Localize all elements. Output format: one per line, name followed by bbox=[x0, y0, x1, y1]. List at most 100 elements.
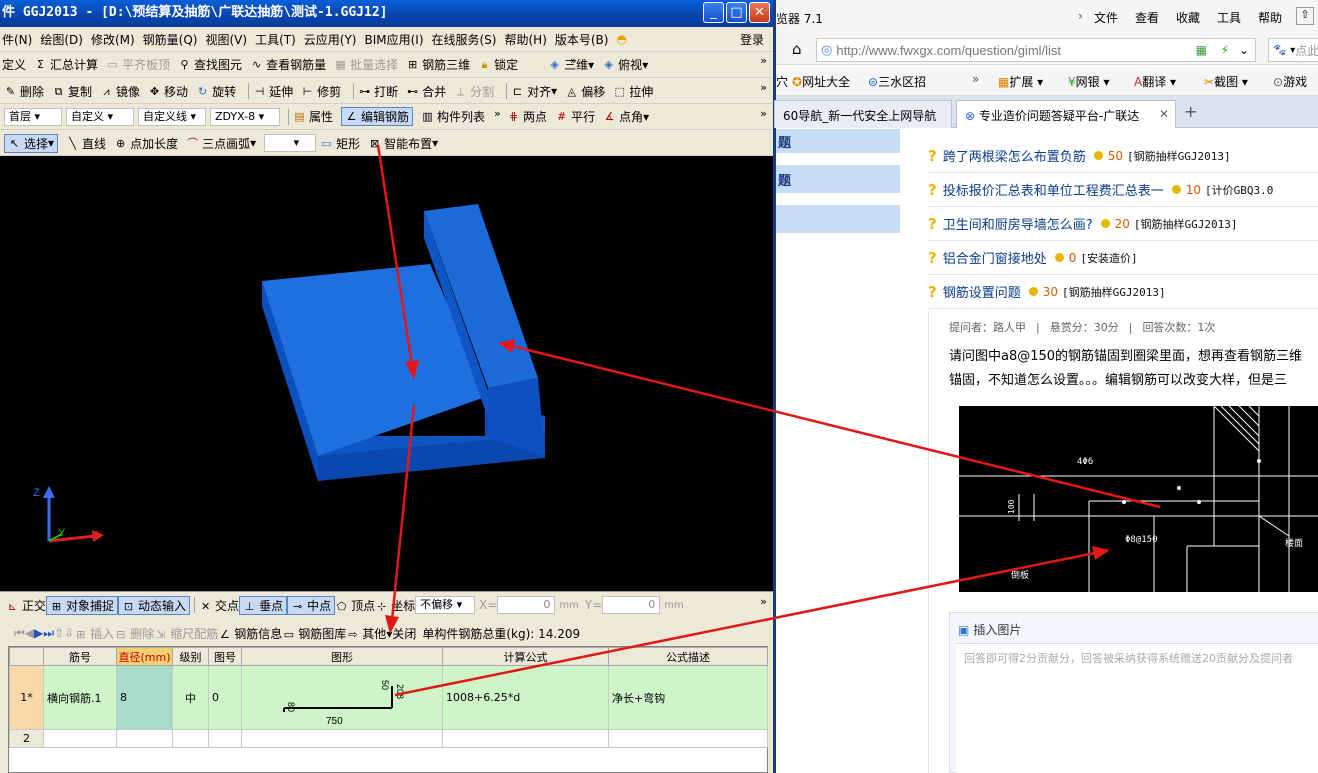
cell-formula[interactable] bbox=[442, 729, 609, 748]
home-icon[interactable]: ⌂ bbox=[792, 40, 802, 58]
mid-snap[interactable]: ⊸ 中点 bbox=[287, 595, 336, 615]
side-nav-item[interactable]: 题 bbox=[776, 165, 900, 193]
minimize-button[interactable]: _ bbox=[703, 2, 724, 23]
side-nav-item[interactable] bbox=[776, 205, 900, 233]
col-header-shape[interactable]: 图形 bbox=[241, 647, 443, 666]
menu-rebar-qty[interactable]: 钢筋量(Q) bbox=[143, 31, 198, 48]
lock-button[interactable]: 🔒︎ 锁定 bbox=[478, 56, 518, 73]
first-record-button[interactable]: ⏮ bbox=[14, 626, 25, 641]
intersect-snap[interactable]: ✕ 交点 bbox=[199, 597, 239, 614]
batch-select-button[interactable]: ▦ 批量选择 bbox=[334, 56, 398, 73]
overflow-chevron-icon[interactable]: » bbox=[760, 54, 767, 67]
line-select[interactable]: 自定义线 ▾ bbox=[138, 107, 206, 126]
menu-favorites[interactable]: 收藏 bbox=[1176, 9, 1200, 26]
floor-select[interactable]: 首层 ▾ bbox=[4, 107, 62, 126]
other-dropdown[interactable]: ⇨ 其他▾ bbox=[346, 625, 392, 642]
object-snap-toggle[interactable]: ⊞ 对象捕捉 bbox=[46, 595, 119, 615]
coord-snap[interactable]: ⊹ 坐标 bbox=[375, 597, 415, 614]
question-title[interactable]: 钢筋设置问题 bbox=[943, 282, 1021, 301]
arc-button[interactable]: ⌒ 三点画弧 ▾ bbox=[186, 135, 256, 152]
delete-row-button[interactable]: ⊟ 删除 bbox=[114, 625, 154, 642]
rebar-3d-button[interactable]: ⊞ 钢筋三维 bbox=[406, 56, 470, 73]
smart-layout-button[interactable]: ⊠ 智能布置 ▾ bbox=[368, 135, 438, 152]
stretch-button[interactable]: ⬚ 拉伸 bbox=[613, 83, 654, 100]
grid-close-button[interactable]: 关闭 bbox=[392, 625, 416, 642]
find-element-button[interactable]: ⚲ 查找图元 bbox=[178, 56, 243, 73]
cell-fig[interactable] bbox=[208, 729, 242, 748]
next-record-button[interactable]: ▶ bbox=[34, 626, 43, 640]
component-list-button[interactable]: ▥ 构件列表 bbox=[421, 108, 485, 125]
break-button[interactable]: ⊶ 打断 bbox=[358, 83, 398, 100]
cell-desc[interactable] bbox=[608, 729, 768, 748]
type-select[interactable]: 自定义 ▾ bbox=[66, 107, 134, 126]
fav-item[interactable]: ✂截图 ▾ bbox=[1204, 73, 1248, 90]
cell-name[interactable] bbox=[43, 729, 117, 748]
flush-slab-button[interactable]: ▭ 平齐板顶 bbox=[106, 56, 170, 73]
new-tab-button[interactable]: + bbox=[1184, 102, 1197, 121]
tab-navigation[interactable]: 60导航_新一代安全上网导航 bbox=[774, 100, 952, 128]
restore-icon[interactable]: ⇧ bbox=[1296, 7, 1314, 25]
menu-file[interactable]: 文件 bbox=[1094, 9, 1118, 26]
search-box[interactable]: 🐾︎ ▾ 点此 bbox=[1268, 38, 1318, 62]
fav-item[interactable]: ✪网址大全 bbox=[792, 73, 850, 90]
close-tab-icon[interactable]: ✕ bbox=[1159, 107, 1169, 121]
top-view-dropdown[interactable]: ◈ 俯视 ▾ bbox=[602, 56, 648, 73]
lightning-icon[interactable]: ⚡ bbox=[1221, 43, 1229, 57]
copy-button[interactable]: ⧉ 复制 bbox=[52, 83, 92, 100]
url-input[interactable]: ◎ http://www.fwxgx.com/question/giml/lis… bbox=[816, 38, 1256, 62]
fav-item[interactable]: ⊜三水区招 bbox=[868, 73, 926, 90]
offset-select[interactable]: 不偏移 ▾ bbox=[415, 596, 476, 614]
menu-modify[interactable]: 修改(M) bbox=[91, 31, 135, 48]
overflow-chevron-icon[interactable]: » bbox=[494, 107, 767, 120]
scale-rebar-button[interactable]: ⇲ 缩尺配筋 bbox=[154, 625, 218, 642]
define-button[interactable]: 定义 bbox=[2, 56, 26, 73]
line-button[interactable]: ╲ 直线 bbox=[66, 135, 106, 152]
last-record-button[interactable]: ⏭ bbox=[43, 626, 54, 641]
fav-item[interactable]: ▦扩展 ▾ bbox=[998, 73, 1043, 90]
menu-view[interactable]: 视图(V) bbox=[205, 31, 247, 48]
menu-online[interactable]: 在线服务(S) bbox=[432, 31, 497, 48]
prev-record-button[interactable]: ◀ bbox=[25, 626, 34, 640]
table-row[interactable]: 2 bbox=[9, 729, 768, 748]
split-button[interactable]: ⟂ 分割 bbox=[454, 83, 494, 100]
col-header-fig[interactable]: 图号 bbox=[208, 647, 242, 666]
move-button[interactable]: ✥ 移动 bbox=[148, 83, 188, 100]
perp-snap[interactable]: ⊥ 垂点 bbox=[239, 595, 288, 615]
overflow-chevron-icon[interactable]: » bbox=[760, 595, 767, 608]
question-item[interactable]: ? 投标报价汇总表和单位工程费汇总表一 10 [计价GBQ3.0 bbox=[928, 173, 1318, 207]
view-rebar-qty-button[interactable]: ∿ 查看钢筋量 bbox=[250, 56, 326, 73]
properties-button[interactable]: ▤ 属性 bbox=[293, 108, 333, 125]
move-up-button[interactable]: ⇧ bbox=[54, 626, 64, 640]
delete-button[interactable]: ✎ 删除 bbox=[4, 83, 44, 100]
menu-bim[interactable]: BIM应用(I) bbox=[364, 31, 423, 48]
extend-button[interactable]: ⊣ 延伸 bbox=[253, 83, 293, 100]
cell-shape[interactable] bbox=[241, 729, 443, 748]
question-item[interactable]: ? 钢筋设置问题 30 [钢筋抽样GGJ2013] bbox=[928, 275, 1318, 309]
offset-button[interactable]: ◬ 偏移 bbox=[565, 83, 605, 100]
x-coord-input[interactable]: 0 bbox=[497, 596, 556, 614]
qr-icon[interactable]: ▦ bbox=[1196, 43, 1207, 57]
cell-dia[interactable]: 8 bbox=[116, 665, 173, 730]
overflow-chevron-icon[interactable]: » bbox=[760, 107, 767, 120]
sum-calc-button[interactable]: Σ 汇总计算 bbox=[34, 56, 98, 73]
cell-shape[interactable]: 750 50 208 80 bbox=[241, 665, 443, 730]
tab-glodon-qa[interactable]: ⊗ 专业造价问题答疑平台-广联达 ✕ bbox=[956, 100, 1176, 128]
cell-grade[interactable] bbox=[172, 729, 209, 748]
question-title[interactable]: 铝合金门窗接地处 bbox=[943, 248, 1047, 267]
merge-button[interactable]: ⊷ 合并 bbox=[406, 83, 446, 100]
menu-file[interactable]: 件(N) bbox=[2, 31, 32, 48]
reply-textarea[interactable]: 回答即可得2分贡献分，回答被采纳获得系统赠送20贡献分及提问者 bbox=[956, 643, 1318, 773]
dynamic-input-toggle[interactable]: ⊡ 动态输入 bbox=[118, 595, 191, 615]
cell-grade[interactable]: 中 bbox=[172, 665, 209, 730]
mirror-button[interactable]: ⩘ 镜像 bbox=[100, 83, 140, 100]
maximize-button[interactable]: □ bbox=[726, 2, 747, 23]
cad-screenshot-image[interactable]: 4Φ6 Φ8@150 100 楼面 倒板 bbox=[959, 406, 1318, 592]
side-nav-item[interactable]: 题 bbox=[776, 129, 900, 153]
question-item[interactable]: ? 卫生间和厨房导墙怎么画? 20 [钢筋抽样GGJ2013] bbox=[928, 207, 1318, 241]
rebar-info-button[interactable]: ∠ 钢筋信息 bbox=[218, 625, 282, 642]
question-item[interactable]: ? 跨了两根梁怎么布置负筋 50 [钢筋抽样GGJ2013] bbox=[928, 139, 1318, 173]
trim-button[interactable]: ⊢ 修剪 bbox=[301, 83, 341, 100]
insert-image-button[interactable]: ▣ 插入图片 bbox=[958, 621, 1021, 638]
3d-viewport[interactable]: Z Y X bbox=[0, 156, 773, 591]
close-button[interactable]: ✕ bbox=[749, 2, 770, 23]
